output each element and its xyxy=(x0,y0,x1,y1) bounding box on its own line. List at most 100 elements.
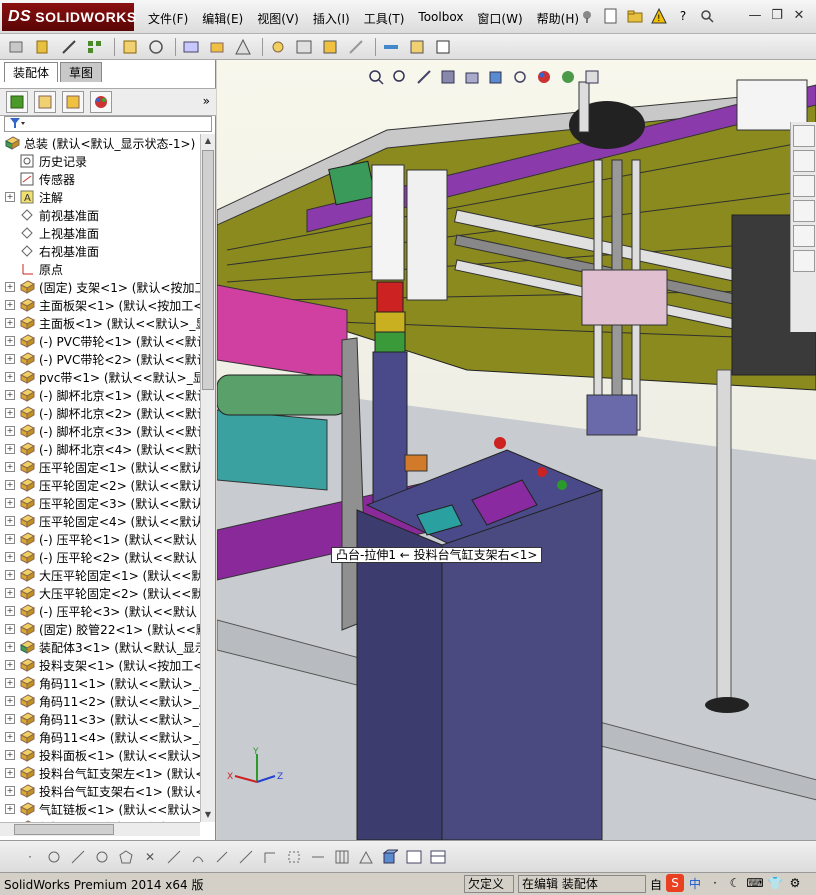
trim-icon[interactable]: ✕ xyxy=(140,847,160,867)
tree-item[interactable]: + 主面板架<1> (默认<按加工< xyxy=(0,296,200,314)
expand-toggle-icon[interactable]: + xyxy=(5,768,15,778)
expand-toggle-icon[interactable]: + xyxy=(5,336,15,346)
open-folder-icon[interactable] xyxy=(626,7,644,25)
expand-toggle-icon[interactable]: + xyxy=(5,750,15,760)
close-icon[interactable]: ✕ xyxy=(788,8,810,23)
expand-toggle-icon[interactable]: + xyxy=(5,462,15,472)
tree-item[interactable]: + (-) 压平轮<3> (默认<<默认 xyxy=(0,602,200,620)
move-component-icon[interactable] xyxy=(145,37,167,57)
tree-item[interactable]: + (-) PVC带轮<2> (默认<<默认 xyxy=(0,350,200,368)
menu-help[interactable]: 帮助(H) xyxy=(537,10,579,27)
display-manager-icon[interactable] xyxy=(90,91,112,113)
hole-alignment-icon[interactable] xyxy=(406,37,428,57)
expand-toggle-icon[interactable]: + xyxy=(5,642,15,652)
design-library-icon[interactable] xyxy=(793,150,815,172)
tree-item[interactable]: + (-) PVC带轮<1> (默认<<默认 xyxy=(0,332,200,350)
tree-item[interactable]: + 角码11<2> (默认<<默认>_显示 xyxy=(0,692,200,710)
previous-view-icon[interactable] xyxy=(415,68,433,86)
expand-toggle-icon[interactable]: + xyxy=(5,498,15,508)
tree-item[interactable]: + 投料台气缸支架右<1> (默认< xyxy=(0,782,200,800)
keyboard-icon[interactable]: ⌨ xyxy=(746,874,764,892)
tree-item[interactable]: + 大压平轮固定<2> (默认<<默认 xyxy=(0,584,200,602)
extend-icon[interactable] xyxy=(164,847,184,867)
tree-item[interactable]: 前视基准面 xyxy=(0,206,200,224)
expand-toggle-icon[interactable]: + xyxy=(5,534,15,544)
tree-item[interactable]: + A 注解 xyxy=(0,188,200,206)
show-hidden-icon[interactable] xyxy=(180,37,202,57)
tree-item[interactable]: + (-) 压平轮<1> (默认<<默认 xyxy=(0,530,200,548)
tree-horizontal-scrollbar[interactable] xyxy=(0,822,200,836)
skin-icon[interactable]: 👕 xyxy=(766,874,784,892)
point-icon[interactable]: · xyxy=(20,847,40,867)
graphics-area[interactable]: 凸台-拉伸1 ← 投料台气缸支架右<1> Y X Z xyxy=(217,60,816,840)
file-explorer-icon[interactable] xyxy=(793,175,815,197)
menu-tools[interactable]: 工具(T) xyxy=(364,10,405,27)
tree-item[interactable]: + 投料面板<1> (默认<<默认>_显 xyxy=(0,746,200,764)
3d-sketch-icon[interactable] xyxy=(380,847,400,867)
edit-appearance-icon[interactable] xyxy=(535,68,553,86)
apply-scene-icon[interactable] xyxy=(559,68,577,86)
expand-toggle-icon[interactable]: + xyxy=(5,714,15,724)
tree-item[interactable]: 历史记录 xyxy=(0,152,200,170)
tree-item[interactable]: + 角码11<1> (默认<<默认>_显示 xyxy=(0,674,200,692)
restore-icon[interactable]: ❐ xyxy=(766,8,788,23)
appearances-icon[interactable] xyxy=(793,225,815,247)
view-orientation-icon[interactable] xyxy=(463,68,481,86)
view-settings-icon[interactable] xyxy=(583,68,601,86)
tree-item[interactable]: 右视基准面 xyxy=(0,242,200,260)
expand-toggle-icon[interactable]: + xyxy=(5,354,15,364)
tree-item[interactable]: + 角码11<3> (默认<<默认>_显示 xyxy=(0,710,200,728)
expand-toggle-icon[interactable]: + xyxy=(5,408,15,418)
new-document-icon[interactable] xyxy=(602,7,620,25)
menu-insert[interactable]: 插入(I) xyxy=(313,10,350,27)
tree-item[interactable]: + 压平轮固定<2> (默认<<默认 xyxy=(0,476,200,494)
expand-toggle-icon[interactable]: + xyxy=(5,426,15,436)
search-icon[interactable] xyxy=(698,7,716,25)
smart-fasteners-icon[interactable] xyxy=(119,37,141,57)
section-view-icon[interactable] xyxy=(439,68,457,86)
ime-settings-icon[interactable]: ⚙ xyxy=(786,874,804,892)
tree-item[interactable]: + 压平轮固定<1> (默认<<默认 xyxy=(0,458,200,476)
expand-toggle-icon[interactable]: + xyxy=(5,444,15,454)
construction-geometry-icon[interactable] xyxy=(284,847,304,867)
explode-line-icon[interactable] xyxy=(319,37,341,57)
line-icon[interactable] xyxy=(68,847,88,867)
menu-window[interactable]: 窗口(W) xyxy=(477,10,522,27)
scroll-thumb[interactable] xyxy=(202,150,214,390)
expand-toggle-icon[interactable]: + xyxy=(5,516,15,526)
tree-item[interactable]: + 装配体3<1> (默认<默认_显示 xyxy=(0,638,200,656)
zoom-to-fit-icon[interactable] xyxy=(367,68,385,86)
tree-item[interactable]: + (-) 脚杯北京<4> (默认<<默认 xyxy=(0,440,200,458)
grid-icon[interactable] xyxy=(332,847,352,867)
expand-toggle-icon[interactable]: + xyxy=(5,678,15,688)
scroll-up-icon[interactable]: ▲ xyxy=(201,134,215,148)
rebuild-warning-icon[interactable]: ! xyxy=(650,7,668,25)
tree-item[interactable]: + 角码11<4> (默认<<默认>_显示 xyxy=(0,728,200,746)
sogou-ime-icon[interactable]: S xyxy=(666,874,684,892)
tree-item[interactable]: + (-) 脚杯北京<1> (默认<<默认 xyxy=(0,386,200,404)
home-icon[interactable] xyxy=(793,125,815,147)
tree-item[interactable]: + (固定) 胶管22<1> (默认<<默 xyxy=(0,620,200,638)
expand-toggle-icon[interactable]: + xyxy=(5,300,15,310)
zoom-area-icon[interactable] xyxy=(391,68,409,86)
tree-item[interactable]: + pvc带<1> (默认<<默认>_显示 xyxy=(0,368,200,386)
expand-toggle-icon[interactable]: + xyxy=(5,318,15,328)
menu-toolbox[interactable]: Toolbox xyxy=(418,10,463,27)
expand-toggle-icon[interactable]: + xyxy=(5,624,15,634)
centerpoint-circle-icon[interactable] xyxy=(44,847,64,867)
expand-toggle-icon[interactable]: + xyxy=(5,588,15,598)
tree-item[interactable]: + 投料支架<1> (默认<按加工< xyxy=(0,656,200,674)
filter-icon[interactable] xyxy=(9,117,25,132)
exploded-view-icon[interactable] xyxy=(293,37,315,57)
assembly-features-icon[interactable] xyxy=(206,37,228,57)
new-part-icon[interactable] xyxy=(32,37,54,57)
clearance-verification-icon[interactable] xyxy=(380,37,402,57)
tab-assembly[interactable]: 装配体 xyxy=(4,62,59,82)
feature-manager-icon[interactable] xyxy=(6,91,28,113)
tree-item[interactable]: + 投料台气缸支架左<1> (默认< xyxy=(0,764,200,782)
bill-of-materials-icon[interactable] xyxy=(267,37,289,57)
view-palette-icon[interactable] xyxy=(793,200,815,222)
custom-properties-icon[interactable] xyxy=(793,250,815,272)
tree-item[interactable]: + 压平轮固定<4> (默认<<默认 xyxy=(0,512,200,530)
tree-root-assembly[interactable]: 总装 (默认<默认_显示状态-1>) xyxy=(0,134,200,152)
